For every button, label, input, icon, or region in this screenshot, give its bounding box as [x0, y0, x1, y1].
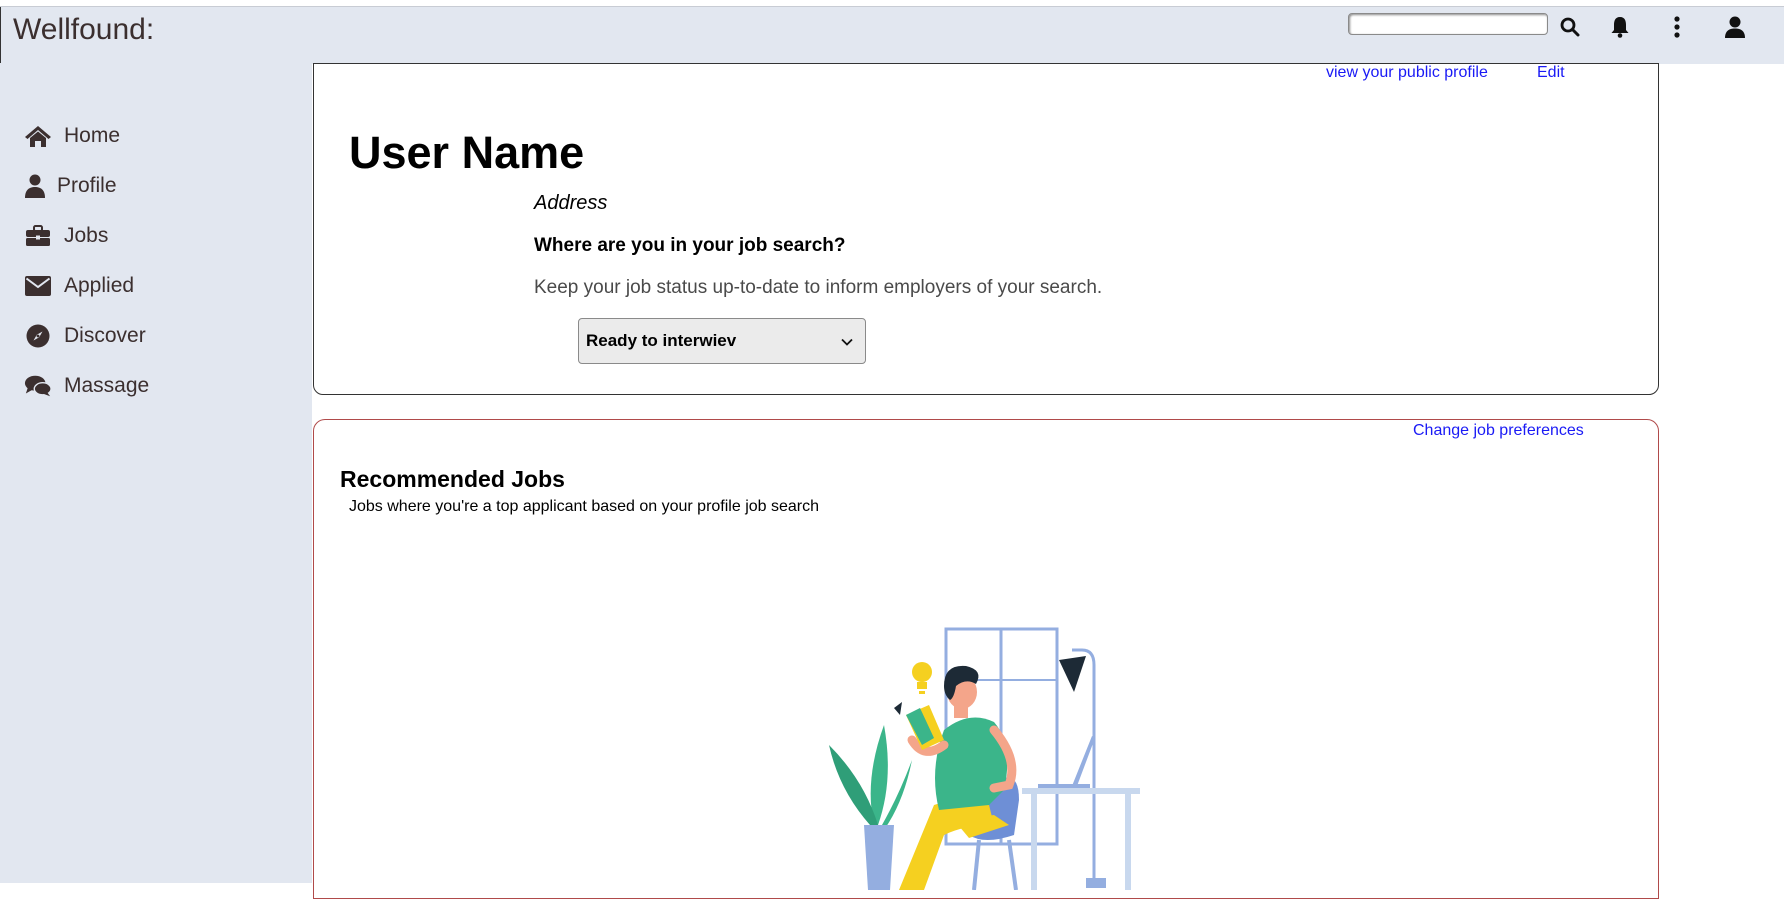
edit-link[interactable]: Edit: [1537, 64, 1565, 82]
envelope-icon: [24, 273, 52, 299]
recommended-jobs-card: Change job preferences Recommended Jobs …: [313, 419, 1659, 899]
user-name: User Name: [349, 127, 585, 178]
brand-logo[interactable]: Wellfound:: [13, 13, 154, 47]
job-search-question: Where are you in your job search?: [534, 235, 846, 256]
sidebar-item-applied[interactable]: Applied: [24, 273, 134, 299]
sidebar-item-discover[interactable]: Discover: [24, 323, 146, 349]
more-vertical-icon[interactable]: [1665, 15, 1689, 39]
sidebar-item-label: Discover: [64, 324, 146, 347]
sidebar-item-message[interactable]: Massage: [24, 373, 149, 399]
compass-icon: [24, 323, 52, 349]
sidebar-item-label: Massage: [64, 374, 150, 397]
top-bar: Wellfound:: [0, 6, 1784, 64]
sidebar-item-label: Home: [64, 124, 121, 147]
search-icon[interactable]: [1558, 15, 1582, 39]
address: Address: [534, 192, 608, 214]
recommended-jobs-subtitle: Jobs where you're a top applicant based …: [349, 498, 820, 515]
sidebar-item-label: Applied: [64, 274, 135, 297]
sidebar-item-home[interactable]: Home: [24, 123, 120, 149]
briefcase-icon: [24, 223, 52, 249]
job-status-hint: Keep your job status up-to-date to infor…: [534, 277, 1103, 298]
recommended-jobs-title: Recommended Jobs: [340, 466, 565, 492]
sidebar-item-label: Profile: [57, 174, 117, 197]
bell-icon[interactable]: [1608, 15, 1632, 39]
job-status-select[interactable]: Ready to interwiev: [578, 318, 866, 364]
sidebar-item-label: Jobs: [64, 224, 109, 247]
sidebar: Home Profile Jobs Applied Discover Massa…: [0, 63, 312, 883]
view-public-profile-link[interactable]: view your public profile: [1326, 64, 1488, 82]
search-input[interactable]: [1348, 13, 1548, 35]
user-icon: [24, 173, 46, 199]
profile-card: view your public profile Edit User Name …: [313, 63, 1659, 395]
home-icon: [24, 123, 52, 149]
empty-state-illustration: [794, 620, 1154, 895]
sidebar-item-profile[interactable]: Profile: [24, 173, 117, 199]
user-icon[interactable]: [1723, 15, 1747, 39]
job-status-value: Ready to interwiev: [586, 331, 737, 350]
chevron-down-icon: [841, 331, 853, 351]
divider: [0, 7, 1, 64]
chat-icon: [24, 373, 52, 399]
change-job-preferences-link[interactable]: Change job preferences: [1413, 422, 1584, 440]
sidebar-item-jobs[interactable]: Jobs: [24, 223, 108, 249]
